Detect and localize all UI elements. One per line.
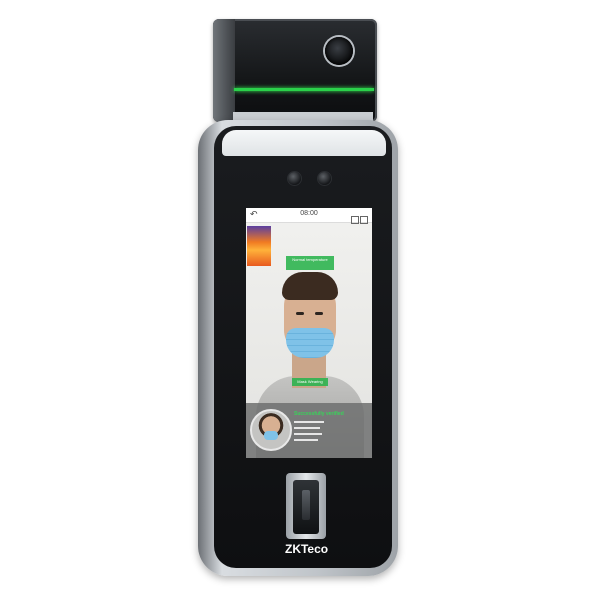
camera-left-icon — [288, 172, 301, 185]
fingerprint-sensor-icon — [293, 480, 319, 534]
status-icons — [350, 211, 368, 224]
verified-user-avatar — [250, 409, 292, 451]
status-light-stripe — [234, 88, 374, 91]
thermal-module-side — [213, 19, 235, 122]
device-top-light-bar — [222, 130, 386, 156]
person-eye-right — [315, 312, 323, 315]
camera-right-icon — [318, 172, 331, 185]
verification-card: Successfully verified — [246, 403, 372, 458]
brand-logo-text: ZKTeco — [285, 542, 329, 556]
thermal-image-thumbnail — [247, 226, 271, 266]
thermal-lens-icon — [325, 37, 353, 65]
verification-title: Successfully verified — [294, 411, 344, 417]
brand-logo: ZKTeco — [285, 542, 345, 558]
device-screen: ↶ 08:00 Normal temperature Mask Wearing … — [246, 208, 372, 458]
verification-detail-line — [294, 427, 320, 429]
face-mask — [286, 328, 334, 358]
verification-detail-line — [294, 433, 322, 435]
temperature-label: Normal temperature — [286, 256, 334, 270]
mask-status-label: Mask Wearing — [292, 378, 328, 386]
thermal-camera-module — [213, 19, 377, 122]
verification-detail-line — [294, 421, 324, 423]
device-photo: ↶ 08:00 Normal temperature Mask Wearing … — [0, 0, 592, 592]
person-eye-left — [296, 312, 304, 315]
screen-status-bar: ↶ 08:00 — [246, 208, 372, 224]
person-hair — [282, 272, 338, 300]
verification-detail-line — [294, 439, 318, 441]
